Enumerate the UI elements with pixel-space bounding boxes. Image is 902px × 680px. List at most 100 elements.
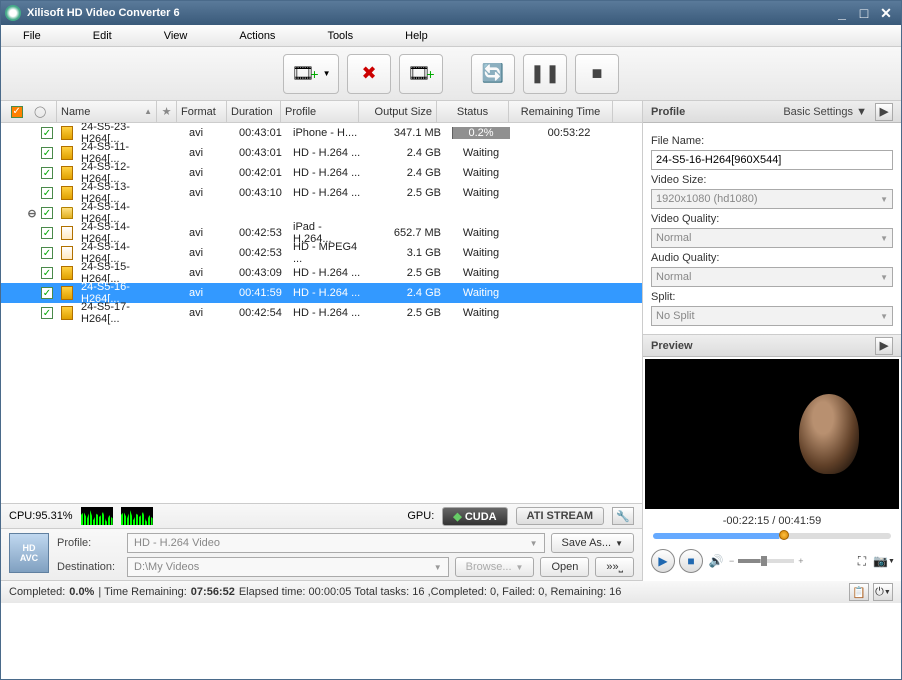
profile-form: File Name: Video Size: 1920x1080 (hd1080… [643,123,901,335]
table-row[interactable]: ✓24-S5-23-H264[...avi00:43:01iPhone - H.… [1,123,642,143]
volume-slider[interactable] [738,559,794,563]
col-star[interactable]: ★ [157,101,177,122]
gpu-ati-badge[interactable]: ATI STREAM [516,507,604,525]
minimize-button[interactable]: _ [831,4,853,22]
tree-toggle[interactable]: ⊖ [27,207,37,220]
select-all-checkbox[interactable]: ✓ [11,106,23,118]
saveas-button[interactable]: Save As...▼ [551,533,634,553]
browse-button[interactable]: Browse...▼ [455,557,535,577]
profile-select[interactable]: HD - H.264 Video [127,533,545,553]
row-checkbox[interactable]: ✓ [41,147,53,159]
cell-duration: 00:41:59 [235,283,289,303]
cell-format: avi [185,263,235,283]
destination-select[interactable]: D:\My Videos [127,557,449,577]
maximize-button[interactable]: □ [853,4,875,22]
cell-remaining [517,303,621,323]
snapshot-button[interactable]: 📷▼ [875,552,893,570]
video-preview[interactable] [645,359,899,509]
menu-actions[interactable]: Actions [233,28,281,44]
col-remaining[interactable]: Remaining Time [509,101,613,122]
menu-file[interactable]: File [17,28,47,44]
shutdown-button[interactable]: ⏻▼ [873,583,893,601]
table-row[interactable]: ✓24-S5-12-H264[...avi00:42:01HD - H.264 … [1,163,642,183]
cell-star [165,203,185,223]
cell-profile: HD - H.264 ... [289,263,367,283]
fullscreen-button[interactable]: ⛶ [853,552,871,570]
app-logo-icon [5,5,21,21]
cell-format: avi [185,283,235,303]
table-row[interactable]: ✓24-S5-11-H264[...avi00:43:01HD - H.264 … [1,143,642,163]
table-row[interactable]: ⊖✓24-S5-14-H264[... [1,203,642,223]
settings-button[interactable]: 🔧 [612,507,634,525]
menubar: File Edit View Actions Tools Help [1,25,901,47]
cell-size: 2.5 GB [367,263,445,283]
profile-expand-button[interactable]: ▶ [875,103,893,121]
row-checkbox[interactable]: ✓ [41,267,53,279]
cell-status: Waiting [445,283,517,303]
log-button[interactable]: 📋 [849,583,869,601]
row-checkbox[interactable]: ✓ [41,227,53,239]
cell-remaining [517,183,621,203]
cell-size: 2.4 GB [367,283,445,303]
file-list[interactable]: ✓24-S5-23-H264[...avi00:43:01iPhone - H.… [1,123,642,503]
cell-profile: iPhone - H.... [289,123,367,143]
table-row[interactable]: ✓24-S5-17-H264[...avi00:42:54HD - H.264 … [1,303,642,323]
close-button[interactable]: ✕ [875,4,897,22]
cell-size: 2.4 GB [367,163,445,183]
col-duration[interactable]: Duration [227,101,281,122]
table-row[interactable]: ✓24-S5-13-H264[...avi00:43:10HD - H.264 … [1,183,642,203]
row-checkbox[interactable]: ✓ [41,167,53,179]
film-icon [61,306,73,320]
open-button[interactable]: Open [540,557,589,577]
skip-button[interactable]: »»⎵ [595,557,634,577]
doc-icon [61,226,73,240]
row-checkbox[interactable]: ✓ [41,127,53,139]
menu-tools[interactable]: Tools [321,28,359,44]
col-status[interactable]: Status [437,101,509,122]
row-checkbox[interactable]: ✓ [41,307,53,319]
row-checkbox[interactable]: ✓ [41,247,53,259]
gpu-cuda-badge[interactable]: ◆ CUDA [442,507,507,526]
table-row[interactable]: ✓24-S5-14-H264[...avi00:42:53iPad - H.26… [1,223,642,243]
add-output-button[interactable]: 🎞+ [399,54,443,94]
basic-settings-dropdown[interactable]: Basic Settings ▼ [779,106,871,118]
preview-expand-button[interactable]: ▶ [875,337,893,355]
stop-preview-button[interactable]: ■ [679,549,703,573]
cell-size: 2.5 GB [367,303,445,323]
row-checkbox[interactable]: ✓ [41,207,53,219]
cell-size: 347.1 MB [367,123,445,143]
play-button[interactable]: ▶ [651,549,675,573]
grid-header: ✓◯ Name▲ ★ Format Duration Profile Outpu… [1,101,642,123]
add-file-button[interactable]: 🎞+ ▼ [283,54,339,94]
cell-remaining [517,263,621,283]
videoquality-select[interactable]: Normal [651,228,893,248]
row-checkbox[interactable]: ✓ [41,287,53,299]
pause-button[interactable]: ❚❚ [523,54,567,94]
menu-edit[interactable]: Edit [87,28,118,44]
table-row[interactable]: ✓24-S5-14-H264[...avi00:42:53HD - MPEG4 … [1,243,642,263]
col-output-size[interactable]: Output Size [359,101,437,122]
cell-format: avi [185,303,235,323]
menu-help[interactable]: Help [399,28,434,44]
cell-size [367,203,445,223]
filename-input[interactable] [651,150,893,170]
audioquality-select[interactable]: Normal [651,267,893,287]
status-remaining: 07:56:52 [191,586,235,598]
cell-remaining: 00:53:22 [517,123,621,143]
col-profile[interactable]: Profile [281,101,359,122]
row-checkbox[interactable]: ✓ [41,187,53,199]
cell-format: avi [185,243,235,263]
remove-button[interactable]: ✖ [347,54,391,94]
film-icon [61,286,73,300]
volume-icon[interactable]: 🔊 [707,552,725,570]
seek-slider[interactable] [653,533,891,539]
convert-button[interactable]: 🔄 [471,54,515,94]
col-format[interactable]: Format [177,101,227,122]
split-select[interactable]: No Split [651,306,893,326]
stop-button[interactable]: ■ [575,54,619,94]
table-row[interactable]: ✓24-S5-15-H264[...avi00:43:09HD - H.264 … [1,263,642,283]
menu-view[interactable]: View [158,28,194,44]
col-name[interactable]: Name▲ [57,101,157,122]
table-row[interactable]: ✓24-S5-16-H264[...avi00:41:59HD - H.264 … [1,283,642,303]
videosize-select[interactable]: 1920x1080 (hd1080) [651,189,893,209]
